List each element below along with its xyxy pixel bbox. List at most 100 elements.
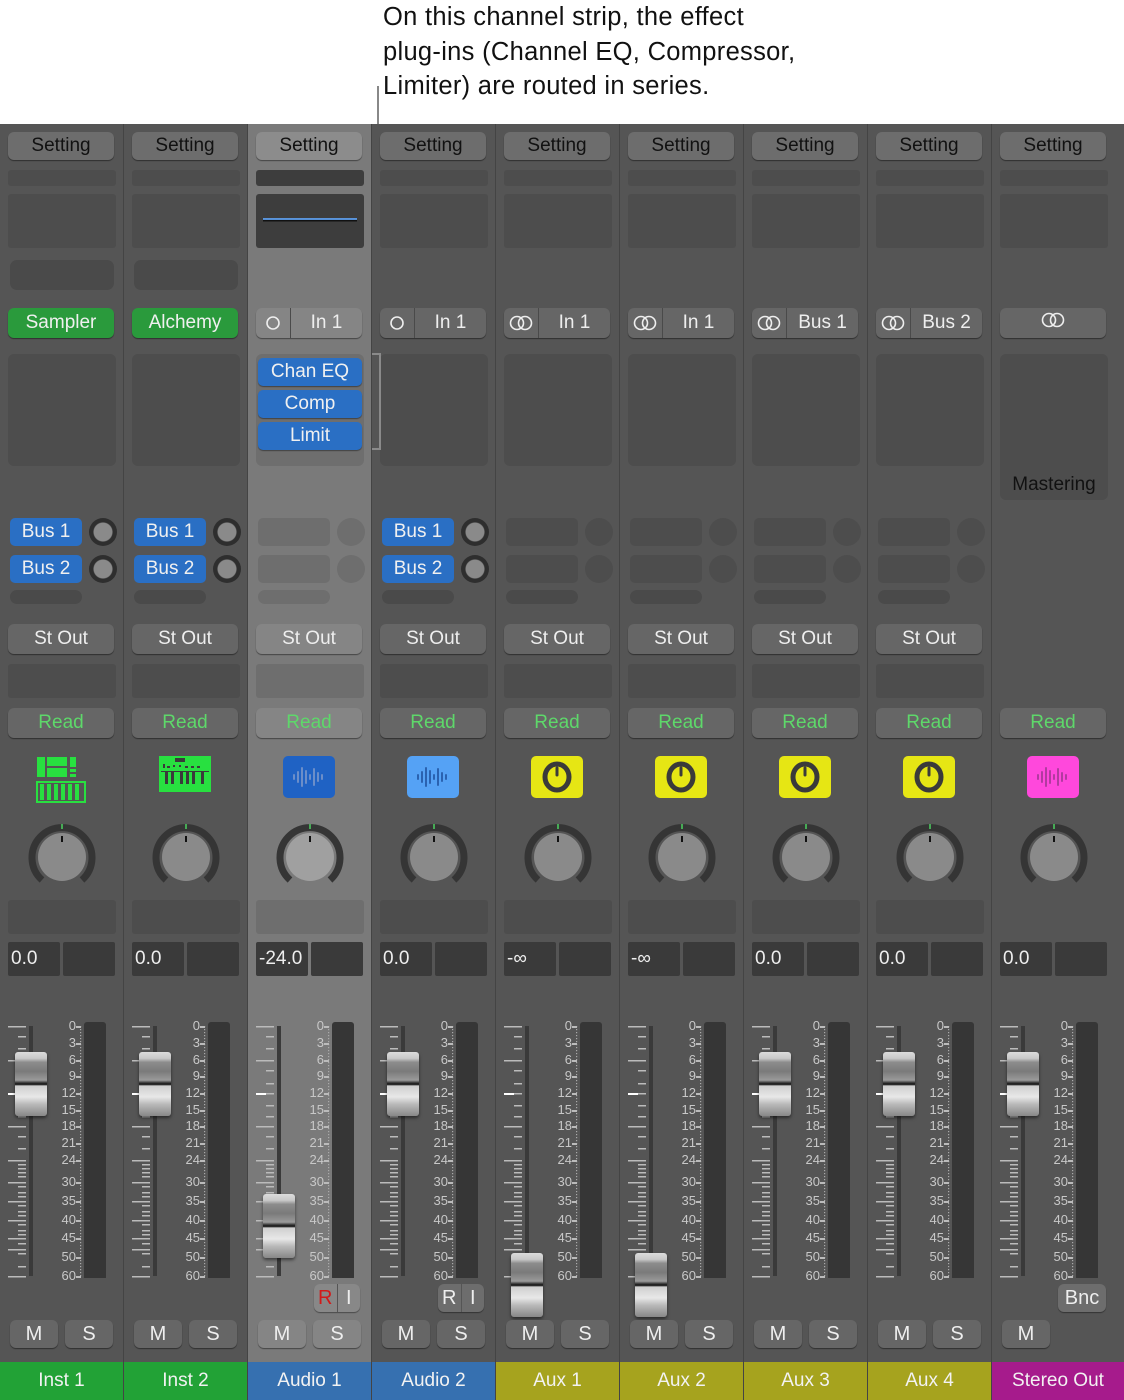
record-enable-button[interactable]: R [314, 1284, 338, 1312]
automation-mode-button[interactable]: Read [628, 708, 734, 738]
fader-cap[interactable] [883, 1051, 915, 1116]
mute-button[interactable]: M [134, 1320, 182, 1348]
output-slot[interactable]: St Out [256, 624, 362, 654]
stereo-link-icon[interactable] [504, 308, 539, 338]
channel-name[interactable]: Inst 2 [124, 1362, 247, 1400]
send-slot-empty[interactable] [630, 518, 702, 546]
fx-slot[interactable] [752, 900, 860, 934]
pan-knob[interactable] [276, 822, 344, 890]
output-slot[interactable]: St Out [380, 624, 486, 654]
volume-fader[interactable]: 0 3 6 9 12 15 18 21 24 30 35 40 45 50 60 [868, 1008, 992, 1283]
input-slot[interactable]: Bus 2 [876, 308, 982, 338]
volume-readout[interactable]: 0.0 [380, 942, 432, 976]
output-slot[interactable]: St Out [628, 624, 734, 654]
fader-cap[interactable] [139, 1051, 171, 1116]
eq-thumbnail[interactable] [752, 194, 860, 248]
setting-button[interactable]: Setting [504, 132, 610, 160]
eq-thumbnail[interactable] [256, 194, 364, 248]
volume-fader[interactable]: 0 3 6 9 12 15 18 21 24 30 35 40 45 50 60 [744, 1008, 868, 1283]
fader-cap[interactable] [15, 1051, 47, 1116]
send-slot[interactable]: Bus 1 [382, 518, 454, 546]
volume-fader[interactable]: 0 3 6 9 12 15 18 21 24 30 35 40 45 50 60 [620, 1008, 744, 1317]
volume-fader[interactable]: 0 3 6 9 12 15 18 21 24 30 35 40 45 50 60 [248, 1008, 372, 1283]
volume-readout[interactable]: 0.0 [132, 942, 184, 976]
group-slot[interactable] [876, 664, 984, 698]
pan-knob[interactable] [28, 822, 96, 890]
volume-fader[interactable]: 0 3 6 9 12 15 18 21 24 30 35 40 45 50 60 [496, 1008, 620, 1317]
eq-thumbnail[interactable] [628, 194, 736, 248]
send-level-knob[interactable] [213, 518, 241, 546]
output-slot[interactable]: St Out [132, 624, 238, 654]
setting-button[interactable]: Setting [1000, 132, 1106, 160]
fx-slot[interactable] [256, 900, 364, 934]
output-slot[interactable]: St Out [8, 624, 114, 654]
stereo-link-icon[interactable] [752, 308, 787, 338]
send-level-knob[interactable] [461, 518, 489, 546]
instrument-slot[interactable]: Sampler [8, 308, 114, 338]
automation-mode-button[interactable]: Read [1000, 708, 1106, 738]
automation-mode-button[interactable]: Read [8, 708, 114, 738]
send-level-knob[interactable] [89, 518, 117, 546]
channel-name[interactable]: Stereo Out [992, 1362, 1124, 1400]
volume-readout[interactable]: 0.0 [876, 942, 928, 976]
mute-button[interactable]: M [630, 1320, 678, 1348]
channel-name[interactable]: Audio 2 [372, 1362, 495, 1400]
send-slot-empty[interactable] [754, 555, 826, 583]
send-slot-empty[interactable] [506, 590, 578, 604]
mono-input-icon[interactable] [256, 308, 291, 338]
eq-thumbnail[interactable] [876, 194, 984, 248]
send-slot-empty[interactable] [506, 518, 578, 546]
mastering-slot[interactable]: Mastering [1000, 354, 1108, 500]
volume-readout[interactable]: 0.0 [752, 942, 804, 976]
send-level-knob[interactable] [89, 555, 117, 583]
solo-button[interactable]: S [313, 1320, 361, 1348]
input-slot[interactable] [1000, 308, 1106, 338]
fader-cap[interactable] [263, 1194, 295, 1259]
setting-button[interactable]: Setting [380, 132, 486, 160]
channel-name[interactable]: Aux 4 [868, 1362, 991, 1400]
fx-slot[interactable] [504, 900, 612, 934]
midi-effects-slot[interactable] [134, 260, 238, 290]
solo-button[interactable]: S [437, 1320, 485, 1348]
input-monitor-button[interactable]: I [338, 1284, 361, 1312]
mute-button[interactable]: M [878, 1320, 926, 1348]
solo-button[interactable]: S [561, 1320, 609, 1348]
audio-effects-area[interactable] [752, 354, 860, 466]
group-slot[interactable] [8, 664, 116, 698]
pan-knob[interactable] [772, 822, 840, 890]
send-slot[interactable]: Bus 1 [10, 518, 82, 546]
plugin-slot[interactable]: Chan EQ [258, 358, 362, 386]
bounce-button[interactable]: Bnc [1058, 1284, 1106, 1312]
send-slot[interactable]: Bus 2 [134, 555, 206, 583]
group-slot[interactable] [132, 664, 240, 698]
audio-effects-area[interactable] [628, 354, 736, 466]
mute-button[interactable]: M [506, 1320, 554, 1348]
pan-knob[interactable] [524, 822, 592, 890]
stereo-link-icon[interactable] [628, 308, 663, 338]
solo-button[interactable]: S [933, 1320, 981, 1348]
volume-readout[interactable]: -24.0 [256, 942, 308, 976]
audio-effects-area[interactable] [132, 354, 240, 466]
output-slot[interactable]: St Out [752, 624, 858, 654]
send-slot-empty[interactable] [258, 590, 330, 604]
audio-effects-area[interactable] [876, 354, 984, 466]
mute-button[interactable]: M [382, 1320, 430, 1348]
volume-fader[interactable]: 0 3 6 9 12 15 18 21 24 30 35 40 45 50 60 [372, 1008, 496, 1283]
send-slot-empty[interactable] [10, 590, 82, 604]
mute-button[interactable]: M [10, 1320, 58, 1348]
send-slot[interactable]: Bus 2 [382, 555, 454, 583]
group-slot[interactable] [380, 664, 488, 698]
send-slot-empty[interactable] [754, 590, 826, 604]
fx-slot[interactable] [628, 900, 736, 934]
solo-button[interactable]: S [685, 1320, 733, 1348]
audio-effects-area[interactable] [8, 354, 116, 466]
fx-slot[interactable] [132, 900, 240, 934]
volume-readout[interactable]: -∞ [504, 942, 556, 976]
group-slot[interactable] [752, 664, 860, 698]
send-slot-empty[interactable] [630, 555, 702, 583]
output-slot[interactable]: St Out [504, 624, 610, 654]
volume-readout[interactable]: 0.0 [8, 942, 60, 976]
setting-button[interactable]: Setting [876, 132, 982, 160]
input-slot[interactable]: In 1 [380, 308, 486, 338]
send-slot-empty[interactable] [630, 590, 702, 604]
